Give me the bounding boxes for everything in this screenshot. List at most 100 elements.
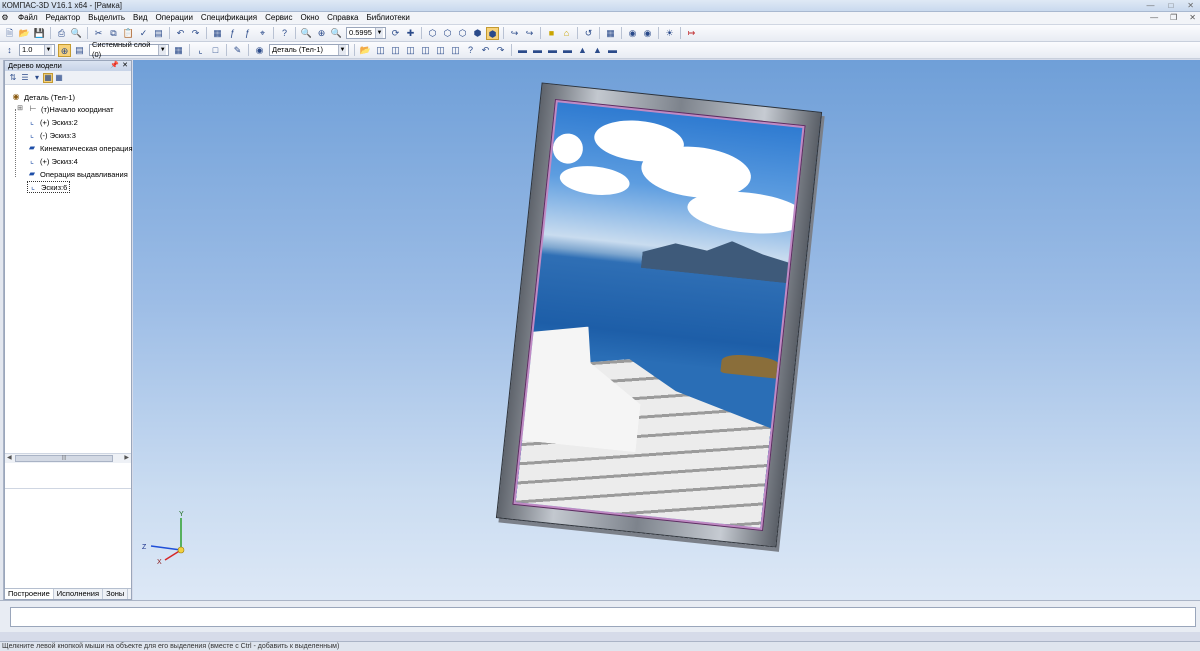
tree-filter-icon[interactable]: ▦ — [53, 73, 65, 82]
edit-pencil-icon[interactable]: ✎ — [231, 44, 244, 57]
maximize-icon[interactable]: □ — [1168, 1, 1173, 10]
menu-operations[interactable]: Операции — [152, 12, 197, 24]
section-7-icon[interactable]: ▬ — [606, 44, 619, 57]
view-front-icon[interactable]: ◫ — [374, 44, 387, 57]
zoom-scale-icon[interactable]: 🔍 — [330, 27, 343, 40]
menu-help[interactable]: Справка — [323, 12, 362, 24]
chevron-down-icon[interactable]: ▾ — [31, 73, 43, 82]
app-system-icon[interactable]: ⚙ — [0, 13, 10, 23]
menu-edit[interactable]: Редактор — [42, 12, 84, 24]
close-icon[interactable]: ✕ — [1187, 1, 1194, 10]
sketch-plane-icon[interactable]: □ — [209, 44, 222, 57]
panel-close-icon[interactable]: ✕ — [122, 61, 128, 71]
tree-order-icon[interactable]: ⇅ — [7, 73, 19, 82]
light-icon[interactable]: ☀ — [663, 27, 676, 40]
cube-yellow-icon[interactable]: ■ — [545, 27, 558, 40]
preview-icon[interactable]: 🔍 — [70, 27, 83, 40]
refresh-icon[interactable]: ⟳ — [389, 27, 402, 40]
dimension-icon[interactable]: ↦ — [685, 27, 698, 40]
section-2-icon[interactable]: ▬ — [531, 44, 544, 57]
new-document-icon[interactable]: 🗎 — [3, 27, 16, 40]
save-icon[interactable]: 💾 — [33, 27, 46, 40]
view-iso-icon[interactable]: ◫ — [404, 44, 417, 57]
halftone-icon[interactable]: ⬢ — [471, 27, 484, 40]
doc-restore-icon[interactable]: ❐ — [1170, 13, 1177, 22]
doc-close-icon[interactable]: ✕ — [1189, 13, 1196, 22]
format-painter-icon[interactable]: ✓ — [137, 27, 150, 40]
property-field[interactable] — [10, 607, 1196, 627]
chevron-down-icon[interactable]: ▼ — [338, 45, 346, 55]
scroll-thumb[interactable]: ||| — [15, 455, 113, 462]
scroll-left-icon[interactable]: ◀ — [7, 454, 12, 463]
color-icon[interactable]: ◉ — [641, 27, 654, 40]
undo-icon[interactable]: ↶ — [174, 27, 187, 40]
menu-specification[interactable]: Спецификация — [197, 12, 261, 24]
print-icon[interactable]: ⎙ — [55, 27, 68, 40]
view-back-icon[interactable]: ◫ — [434, 44, 447, 57]
orientation-icon[interactable]: ✚ — [404, 27, 417, 40]
redo-icon[interactable]: ↷ — [189, 27, 202, 40]
material-icon[interactable]: ◉ — [626, 27, 639, 40]
tree-item-sketch-2[interactable]: ⌞ (+) Эскиз:2 — [27, 116, 78, 128]
pin-icon[interactable]: 📌 — [110, 61, 119, 71]
thin-lines-icon[interactable]: ⬡ — [456, 27, 469, 40]
rotate-view-icon[interactable]: ↷ — [494, 44, 507, 57]
reset-view-icon[interactable]: ↶ — [479, 44, 492, 57]
question-icon[interactable]: ? — [464, 44, 477, 57]
copy-icon[interactable]: ⧉ — [107, 27, 120, 40]
fx-icon[interactable]: ƒ — [241, 27, 254, 40]
menu-service[interactable]: Сервис — [261, 12, 296, 24]
open-folder-icon[interactable]: 📂 — [18, 27, 31, 40]
section-3-icon[interactable]: ▬ — [546, 44, 559, 57]
section-5-icon[interactable]: ▲ — [576, 44, 589, 57]
chevron-down-icon[interactable]: ▼ — [158, 45, 166, 55]
menu-view[interactable]: Вид — [129, 12, 151, 24]
snap-grid-icon[interactable]: ↪ — [523, 27, 536, 40]
menu-select[interactable]: Выделить — [84, 12, 129, 24]
ortho-icon[interactable]: ⊕ — [58, 43, 71, 57]
scroll-right-icon[interactable]: ▶ — [124, 454, 129, 463]
tree-view-icon[interactable]: ▦ — [43, 72, 53, 83]
cut-icon[interactable]: ✂ — [92, 27, 105, 40]
halftone-edges-icon[interactable]: ⬢ — [486, 26, 499, 40]
wireframe-icon[interactable]: ⬡ — [426, 27, 439, 40]
tab-versions[interactable]: Исполнения — [54, 589, 104, 599]
tab-construction[interactable]: Построение — [5, 589, 54, 599]
variables-icon[interactable]: ƒ — [226, 27, 239, 40]
section-4-icon[interactable]: ▬ — [561, 44, 574, 57]
zoom-window-icon[interactable]: 🔍 — [300, 27, 313, 40]
expand-plus-icon[interactable]: ⊞ — [15, 104, 25, 114]
layers-manager-icon[interactable]: ▦ — [172, 44, 185, 57]
tree-horizontal-scrollbar[interactable]: ◀ ||| ▶ — [5, 453, 131, 463]
chevron-down-icon[interactable]: ▼ — [44, 45, 52, 55]
tree-item-sketch-6[interactable]: ⌞ Эскиз:6 — [27, 181, 71, 193]
table-icon[interactable]: ▦ — [604, 27, 617, 40]
sketch-toggle-icon[interactable]: ⌞ — [194, 44, 207, 57]
cube-house-icon[interactable]: ⌂ — [560, 27, 573, 40]
view-side-icon[interactable]: ◫ — [419, 44, 432, 57]
manager-icon[interactable]: ▦ — [211, 27, 224, 40]
menu-file[interactable]: Файл — [14, 12, 42, 24]
section-1-icon[interactable]: ▬ — [516, 44, 529, 57]
tool-arrows-icon[interactable]: ↺ — [582, 27, 595, 40]
layer-combo[interactable]: Системный слой (0) ▼ — [89, 40, 169, 59]
picture-frame-model[interactable] — [495, 82, 823, 548]
zoom-combo[interactable]: 0.5995 ▼ — [346, 27, 386, 39]
paste-icon[interactable]: 📋 — [122, 27, 135, 40]
tree-item-sketch-3[interactable]: ⌞ (-) Эскиз:3 — [27, 129, 76, 141]
view-top-icon[interactable]: ◫ — [389, 44, 402, 57]
tree-item-part[interactable]: ◉ Деталь (Тел-1) — [11, 91, 76, 103]
menu-libraries[interactable]: Библиотеки — [362, 12, 413, 24]
help-cursor-icon[interactable]: ? — [278, 27, 291, 40]
view-bottom-icon[interactable]: ◫ — [449, 44, 462, 57]
library-icon[interactable]: ▤ — [152, 27, 165, 40]
measure-icon[interactable]: ⌖ — [256, 27, 269, 40]
doc-minimize-icon[interactable]: — — [1150, 13, 1158, 22]
tab-zones[interactable]: Зоны — [103, 589, 129, 599]
detail-combo[interactable]: Деталь (Тел-1) ▼ — [269, 44, 349, 56]
menu-window[interactable]: Окно — [297, 12, 324, 24]
tree-item-sketch-4[interactable]: ⌞ (+) Эскиз:4 — [27, 155, 78, 167]
chevron-down-icon[interactable]: ▼ — [375, 28, 383, 38]
zoom-in-icon[interactable]: ⊕ — [315, 27, 328, 40]
section-6-icon[interactable]: ▲ — [591, 44, 604, 57]
